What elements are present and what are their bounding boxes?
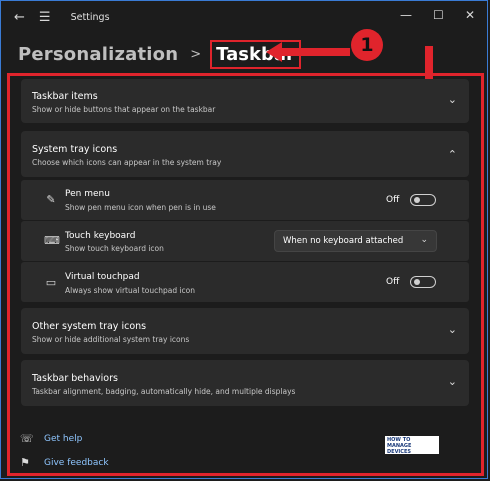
chevron-down-icon[interactable]: ⌄ <box>448 323 457 336</box>
help-icon: ☏ <box>20 432 34 445</box>
get-help-link[interactable]: ☏ Get help <box>20 432 82 445</box>
virtual-touchpad-state: Off <box>386 277 400 287</box>
pen-menu-state: Off <box>386 195 400 205</box>
chevron-down-icon: ⌄ <box>420 235 428 245</box>
page-title: Taskbar <box>210 39 301 69</box>
other-tray-subtitle: Show or hide additional system tray icon… <box>32 335 190 344</box>
close-icon[interactable]: ✕ <box>465 8 475 22</box>
pen-menu-toggle[interactable] <box>410 194 436 206</box>
taskbar-items-title: Taskbar items <box>32 91 98 102</box>
back-arrow-icon[interactable]: ← <box>14 11 25 24</box>
virtual-touchpad-title: Virtual touchpad <box>65 272 140 282</box>
chevron-down-icon[interactable]: ⌄ <box>448 375 457 388</box>
other-system-tray-icons-card[interactable]: Other system tray icons Show or hide add… <box>21 308 469 354</box>
hamburger-menu-icon[interactable]: ☰ <box>39 11 51 24</box>
taskbar-behaviors-subtitle: Taskbar alignment, badging, automaticall… <box>32 387 296 396</box>
chevron-up-icon[interactable]: ⌃ <box>448 148 457 161</box>
give-feedback-link[interactable]: ⚑ Give feedback <box>20 456 109 469</box>
touchpad-icon: ▭ <box>45 276 57 289</box>
chevron-down-icon[interactable]: ⌄ <box>448 93 457 106</box>
breadcrumb-parent[interactable]: Personalization <box>18 44 178 65</box>
taskbar-behaviors-card[interactable]: Taskbar behaviors Taskbar alignment, bad… <box>21 360 469 406</box>
pen-icon: ✎ <box>46 193 56 206</box>
pen-menu-row <box>21 180 469 220</box>
maximize-icon[interactable]: ☐ <box>433 8 444 22</box>
keyboard-icon: ⌨ <box>44 234 60 247</box>
touch-keyboard-dropdown[interactable]: When no keyboard attached ⌄ <box>274 230 437 252</box>
give-feedback-label: Give feedback <box>44 457 109 468</box>
pen-menu-subtitle: Show pen menu icon when pen is in use <box>65 203 216 212</box>
taskbar-items-subtitle: Show or hide buttons that appear on the … <box>32 105 216 114</box>
touch-keyboard-title: Touch keyboard <box>65 231 136 241</box>
pen-menu-title: Pen menu <box>65 189 110 199</box>
virtual-touchpad-toggle[interactable] <box>410 276 436 288</box>
minimize-icon[interactable]: — <box>400 8 412 22</box>
app-title: Settings <box>70 12 110 23</box>
virtual-touchpad-subtitle: Always show virtual touchpad icon <box>65 286 196 295</box>
touch-keyboard-subtitle: Show touch keyboard icon <box>65 244 164 253</box>
virtual-touchpad-row <box>21 262 469 302</box>
dropdown-selected-value: When no keyboard attached <box>283 236 404 246</box>
system-tray-icons-card[interactable]: System tray icons Choose which icons can… <box>21 131 469 177</box>
breadcrumb-separator: > <box>190 46 202 62</box>
annotation-badge-1: 1 <box>351 29 383 61</box>
system-tray-subtitle: Choose which icons can appear in the sys… <box>32 158 222 167</box>
other-tray-title: Other system tray icons <box>32 321 147 332</box>
logo-line-3: DEVICES <box>387 449 411 455</box>
breadcrumb: Personalization > Taskbar <box>18 38 301 70</box>
get-help-label: Get help <box>44 433 83 444</box>
feedback-icon: ⚑ <box>20 456 30 469</box>
taskbar-behaviors-title: Taskbar behaviors <box>32 373 118 384</box>
system-tray-title: System tray icons <box>32 144 118 155</box>
title-bar: ← ☰ Settings — ☐ ✕ <box>0 0 490 36</box>
taskbar-items-card[interactable]: Taskbar items Show or hide buttons that … <box>21 79 469 123</box>
brand-logo: HOW TO MANAGE DEVICES <box>385 436 439 455</box>
